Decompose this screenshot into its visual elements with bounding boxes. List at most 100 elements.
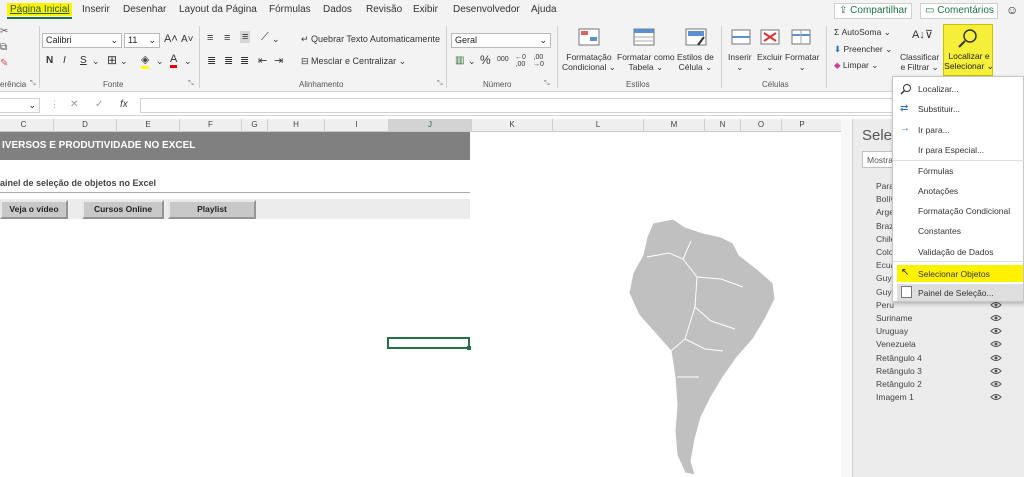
chevron-down-icon[interactable]: ⌄ (156, 56, 164, 67)
increase-indent-icon[interactable]: ⇥ (274, 54, 283, 67)
fill-button[interactable]: ⬇ Preencher ⌄ (834, 44, 892, 55)
eye-icon[interactable] (990, 327, 1002, 335)
selection-pane-item[interactable]: Retângulo 3 (876, 366, 922, 376)
font-color-icon[interactable]: A (170, 53, 178, 68)
eye-icon[interactable] (990, 340, 1002, 348)
column-header-f[interactable]: F (180, 120, 241, 129)
percent-icon[interactable]: % (480, 53, 491, 67)
insert-cells-button[interactable]: Inserir ⌄ (728, 52, 752, 73)
decrease-decimal-icon[interactable]: ,00 →0 (533, 54, 544, 68)
insert-function-icon[interactable]: fx (120, 99, 128, 110)
column-header-c[interactable]: C (0, 120, 47, 129)
menu-item-go-to[interactable]: Ir para... (918, 125, 950, 135)
align-center-icon[interactable]: ≣ (224, 54, 233, 67)
tab-insert[interactable]: Inserir (82, 4, 110, 15)
sort-filter-button[interactable]: Classificar e Filtrar ⌄ (900, 52, 939, 73)
format-painter-icon[interactable]: ✎ (0, 58, 8, 69)
selection-pane-item[interactable]: Braz (876, 221, 893, 231)
fill-color-icon[interactable]: ◈ (141, 53, 150, 69)
selection-pane-item[interactable]: Venezuela (876, 339, 916, 349)
eye-icon[interactable] (990, 393, 1002, 401)
chevron-down-icon[interactable]: ⌄ (468, 56, 476, 67)
tab-developer[interactable]: Desenvolvedor (453, 4, 520, 15)
chevron-down-icon[interactable]: ⌄ (120, 56, 128, 67)
eye-icon[interactable] (990, 367, 1002, 375)
eye-icon[interactable] (990, 354, 1002, 362)
column-header-m[interactable]: M (644, 120, 704, 129)
cut-icon[interactable]: ✂ (0, 26, 8, 37)
smiley-icon[interactable]: ☺ (1006, 3, 1018, 17)
menu-item-selection-pane[interactable]: Painel de Seleção... (897, 284, 1023, 301)
share-button[interactable]: ⇪ Compartilhar (834, 3, 912, 19)
underline-button[interactable]: S (80, 55, 87, 66)
enter-icon[interactable]: ✓ (95, 99, 103, 110)
copy-icon[interactable]: ⧉ (0, 42, 7, 53)
fill-handle[interactable] (467, 346, 471, 350)
font-size-select[interactable]: 11 ⌄ (124, 33, 160, 48)
menu-item-select-objects[interactable]: ↖ Selecionar Objetos (897, 265, 1023, 282)
decrease-indent-icon[interactable]: ⇤ (258, 54, 267, 67)
drag-handle-icon[interactable]: ⋮ (50, 99, 59, 110)
align-top-icon[interactable]: ≡ (207, 32, 213, 44)
column-header-l[interactable]: L (553, 120, 643, 129)
italic-button[interactable]: I (63, 55, 66, 66)
menu-item-conditional-formatting[interactable]: Formatação Condicional (918, 206, 1010, 216)
align-bottom-icon[interactable]: ≡ (240, 31, 251, 43)
align-middle-icon[interactable]: ≡ (224, 32, 230, 44)
number-launcher-icon[interactable]: ⤡ (544, 80, 550, 88)
selection-pane-item[interactable]: Retângulo 4 (876, 353, 922, 363)
chevron-down-icon[interactable]: ⌄ (272, 34, 280, 45)
wrap-text-button[interactable]: ↵ Quebrar Texto Automaticamente (301, 34, 440, 45)
column-header-p[interactable]: P (782, 120, 822, 129)
alignment-launcher-icon[interactable]: ⤡ (437, 80, 443, 88)
vertical-scroll-track[interactable] (841, 119, 852, 477)
tab-data[interactable]: Dados (323, 4, 352, 15)
formula-input[interactable] (140, 98, 1020, 113)
conditional-format-button[interactable]: Formatação Condicional ⌄ (562, 52, 616, 73)
merge-center-button[interactable]: ⊟ Mesclar e Centralizar ⌄ (301, 56, 406, 67)
clipboard-launcher-icon[interactable]: ⤡ (30, 80, 36, 88)
column-header-k[interactable]: K (472, 120, 552, 129)
format-cells-button[interactable]: Formatar ⌄ (785, 52, 819, 73)
column-header-d[interactable]: D (54, 120, 116, 129)
menu-item-find[interactable]: Localizar... (918, 84, 959, 94)
playlist-button[interactable]: Playlist (168, 200, 256, 219)
format-table-button[interactable]: Formatar como Tabela ⌄ (617, 52, 675, 73)
column-header-j[interactable]: J (389, 119, 471, 131)
column-header-e[interactable]: E (117, 120, 179, 129)
tab-review[interactable]: Revisão (366, 4, 402, 15)
menu-item-formulas[interactable]: Fórmulas (918, 166, 953, 176)
tab-home[interactable]: Página Inicial (7, 3, 73, 19)
number-format-select[interactable]: Geral ⌄ (451, 33, 551, 48)
borders-icon[interactable]: ⊞ (107, 53, 117, 67)
autosum-button[interactable]: Σ AutoSoma ⌄ (834, 27, 891, 38)
font-launcher-icon[interactable]: ⤡ (188, 80, 194, 88)
align-left-icon[interactable]: ≣ (207, 54, 216, 67)
orientation-icon[interactable]: ⟋ (261, 31, 269, 44)
delete-cells-button[interactable]: Excluir ⌄ (757, 52, 783, 73)
worksheet[interactable]: IVERSOS E PRODUTIVIDADE NO EXCEL ainel d… (0, 132, 841, 477)
increase-font-icon[interactable]: A˄ (164, 33, 178, 45)
find-select-button[interactable]: Localizar e Selecionar ⌄ (943, 24, 994, 76)
selection-pane-item[interactable]: Uruguay (876, 326, 908, 336)
clear-button[interactable]: ◆ Limpar ⌄ (834, 60, 878, 71)
chevron-down-icon[interactable]: ⌄ (184, 56, 192, 67)
thousands-icon[interactable]: 000 (497, 56, 509, 63)
column-header-g[interactable]: G (242, 120, 267, 129)
watch-video-button[interactable]: Veja o vídeo (0, 200, 68, 219)
cancel-icon[interactable]: ✕ (70, 99, 78, 110)
eye-icon[interactable] (990, 380, 1002, 388)
menu-item-constants[interactable]: Constantes (918, 226, 961, 236)
column-header-i[interactable]: I (325, 120, 388, 129)
south-america-map[interactable] (625, 217, 777, 477)
currency-icon[interactable]: ▥ (455, 55, 464, 66)
online-courses-button[interactable]: Cursos Online (82, 200, 164, 219)
tab-page-layout[interactable]: Layout da Página (179, 4, 257, 15)
align-right-icon[interactable]: ≣ (240, 54, 249, 67)
bold-button[interactable]: N (46, 55, 53, 66)
column-header-n[interactable]: N (705, 120, 740, 129)
column-header-o[interactable]: O (741, 120, 781, 129)
increase-decimal-icon[interactable]: ←0,00 (515, 54, 526, 68)
selection-pane-item[interactable]: Retângulo 2 (876, 379, 922, 389)
tab-view[interactable]: Exibir (413, 4, 438, 15)
